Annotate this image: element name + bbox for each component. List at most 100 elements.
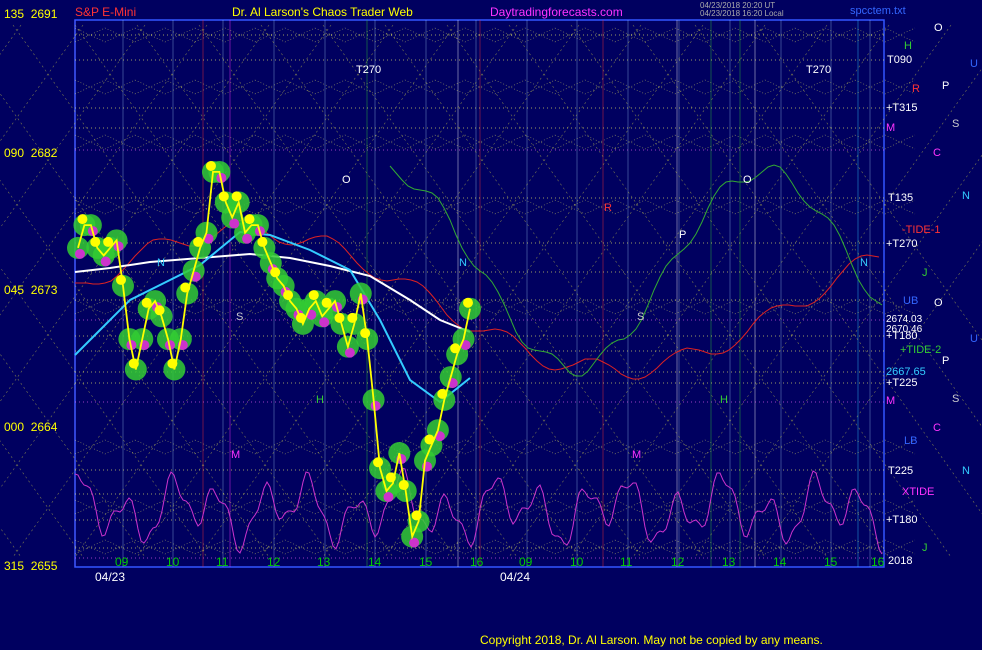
flux-diamond xyxy=(194,134,256,150)
flux-label: O xyxy=(342,174,351,186)
y-angle: 315 xyxy=(4,559,25,573)
flux-diamond xyxy=(314,134,376,150)
y-price: 2682 xyxy=(30,146,58,160)
flux-diamond xyxy=(134,199,196,215)
x-tick: 16 xyxy=(871,555,885,569)
y-price: 2691 xyxy=(30,7,58,21)
flux-diamond xyxy=(494,79,556,95)
right-label-t180a: +T180 xyxy=(886,330,918,342)
right-label-t315: +T315 xyxy=(886,102,918,114)
flux-diamond xyxy=(134,134,196,150)
flux-diamond xyxy=(434,134,496,150)
flux-diamond xyxy=(314,79,376,95)
flux-diamond xyxy=(314,199,376,215)
flux-diamond xyxy=(734,539,796,555)
flux-diamond xyxy=(194,439,256,455)
flux-diamond xyxy=(314,134,376,150)
copyright-notice: Copyright 2018, Dr. Al Larson. May not b… xyxy=(480,633,823,647)
flux-diamond xyxy=(74,539,136,555)
right-label-m: M xyxy=(886,122,896,134)
flux-diamond xyxy=(854,79,916,95)
flux-diagonal xyxy=(694,154,982,558)
flux-diamond xyxy=(494,539,556,555)
flux-label: T270 xyxy=(806,64,832,76)
y-price: 2655 xyxy=(30,559,58,573)
flux-label: H xyxy=(720,394,728,406)
flux-diamond xyxy=(254,439,316,455)
flux-diamond xyxy=(134,499,196,515)
price-dot xyxy=(463,297,473,308)
oscillator-layer xyxy=(74,164,883,555)
x-tick: 14 xyxy=(773,555,787,569)
flux-diamond xyxy=(794,199,856,215)
flux-diamond xyxy=(794,79,856,95)
flux-diamond xyxy=(614,539,676,555)
y-price: 2673 xyxy=(30,283,58,297)
x-tick: 14 xyxy=(368,555,382,569)
right-label-r: R xyxy=(912,83,920,95)
flux-diagonal xyxy=(632,67,982,558)
site-link[interactable]: Daytradingforecasts.com xyxy=(490,6,623,19)
flux-diamond xyxy=(314,199,376,215)
flux-label: M xyxy=(632,449,642,461)
flux-diamond xyxy=(494,299,556,315)
flux-diamond xyxy=(434,79,496,95)
planet-n: N xyxy=(962,190,970,202)
chart-window: S&P E-Mini Dr. Al Larson's Chaos Trader … xyxy=(0,0,982,650)
flux-label: M xyxy=(231,449,241,461)
flux-diamond xyxy=(254,539,316,555)
flux-diamond xyxy=(614,79,676,95)
flux-diamond xyxy=(554,134,616,150)
flux-diamond xyxy=(734,539,796,555)
magnetic-field-dot xyxy=(383,492,394,503)
flux-diamond xyxy=(134,79,196,95)
price-dot xyxy=(373,457,384,468)
magnetic-field-dot xyxy=(242,233,253,244)
flux-diamond xyxy=(254,499,316,515)
flux-diamond xyxy=(194,539,256,555)
flux-diamond xyxy=(614,199,676,215)
flux-diamond xyxy=(794,439,856,455)
right-label-h: H xyxy=(904,40,912,52)
right-label-t135: T135 xyxy=(888,192,914,204)
y-angle: 045 xyxy=(4,283,25,297)
flux-diamond xyxy=(254,134,316,150)
flux-diamond xyxy=(614,79,676,95)
price-dot xyxy=(244,214,255,225)
flux-diamond xyxy=(434,79,496,95)
flux-diamond xyxy=(794,539,856,555)
planet-c2: C xyxy=(933,422,941,434)
flux-diamond xyxy=(194,539,256,555)
flux-label: S xyxy=(637,311,645,323)
flux-diamond xyxy=(194,299,256,315)
flux-diamond xyxy=(74,134,136,150)
right-label-t180: +T180 xyxy=(886,514,918,526)
flux-diamond xyxy=(794,79,856,95)
planet-u: U xyxy=(970,58,978,70)
y-label-090: 090 2682 xyxy=(4,147,57,160)
x-tick: 09 xyxy=(519,555,533,569)
planet-o: O xyxy=(934,22,943,34)
flux-diamond xyxy=(134,439,196,455)
price-dot xyxy=(231,191,242,202)
flux-diamond xyxy=(254,499,316,515)
flux-diamond xyxy=(794,299,856,315)
flux-label: S xyxy=(236,311,244,323)
price-dot xyxy=(308,290,319,301)
timestamp-local: 04/23/2018 16:20 Local xyxy=(700,9,784,18)
magnetic-field-dot xyxy=(75,248,85,259)
y-label-315: 315 2655 xyxy=(4,560,57,573)
flux-diamond xyxy=(494,134,556,150)
flux-diamond xyxy=(734,439,796,455)
flux-diamond xyxy=(554,134,616,150)
flux-diamond xyxy=(554,79,616,95)
planet-n2: N xyxy=(962,465,970,477)
right-label-tide1: -TIDE-1 xyxy=(902,224,941,236)
flux-diamond xyxy=(494,439,556,455)
planet-o2: O xyxy=(934,297,943,309)
right-label-year: 2018 xyxy=(888,555,913,567)
flux-diamond xyxy=(134,79,196,95)
flux-diamond xyxy=(434,439,496,455)
flux-diamond xyxy=(734,499,796,515)
y-label-000: 000 2664 xyxy=(4,421,57,434)
